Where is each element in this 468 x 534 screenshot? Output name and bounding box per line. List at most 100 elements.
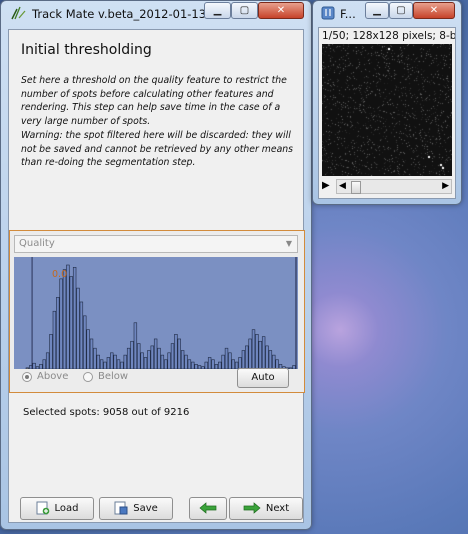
- histogram-bar: [99, 359, 104, 369]
- maximize-icon: ▢: [396, 5, 406, 16]
- histogram-bar: [174, 334, 178, 369]
- histogram-bar: [224, 347, 229, 369]
- histogram-bar: [150, 345, 154, 369]
- image-window-title: F...: [340, 7, 356, 21]
- load-button-label: Load: [54, 503, 79, 514]
- histogram-bar: [110, 352, 114, 369]
- histogram-bar: [89, 338, 94, 369]
- minimize-icon: ▁: [373, 5, 381, 16]
- main-content: Initial thresholding Set here a threshol…: [8, 29, 305, 523]
- frame-scrollbar[interactable]: ◀ ▶: [336, 179, 452, 194]
- feature-select[interactable]: Quality ▼: [14, 235, 298, 253]
- trackmate-app-icon: [11, 6, 26, 20]
- description-line: rendering. This step can help save time …: [21, 102, 281, 114]
- histogram-bar: [137, 343, 141, 369]
- image-close-button[interactable]: ✕: [413, 2, 455, 19]
- close-button[interactable]: ✕: [258, 2, 304, 19]
- histogram-bar: [72, 267, 77, 369]
- histogram-bar: [194, 364, 198, 369]
- histogram-bar: [45, 352, 50, 369]
- play-button[interactable]: ▶: [322, 179, 334, 193]
- image-canvas[interactable]: [322, 44, 452, 176]
- quality-histogram[interactable]: 0.0: [14, 257, 298, 369]
- histogram-bar: [59, 278, 63, 369]
- image-maximize-button[interactable]: ▢: [389, 2, 413, 19]
- histogram-bar: [201, 366, 205, 369]
- image-window-body: 1/50; 128x128 pixels; 8-b ▶ ◀ ▶: [318, 27, 456, 199]
- next-button[interactable]: Next: [229, 497, 303, 520]
- histogram-bar: [160, 354, 165, 369]
- histogram-bar: [79, 301, 84, 369]
- histogram-bar: [255, 334, 259, 369]
- save-button[interactable]: Save: [99, 497, 173, 520]
- arrow-right-icon: [243, 502, 261, 514]
- histogram-bar: [218, 361, 222, 369]
- histogram-bar: [120, 361, 124, 369]
- histogram-bar: [153, 338, 158, 369]
- histogram-bar: [133, 322, 138, 369]
- radio-above-dot: [22, 371, 32, 382]
- minimize-button[interactable]: ▁: [204, 2, 231, 19]
- histogram-bar: [106, 357, 111, 369]
- threshold-value-label: 0.0: [52, 269, 67, 280]
- image-window: F... ▁ ▢ ✕ 1/50; 128x128 pixels; 8-b ▶ ◀…: [312, 0, 462, 205]
- histogram-bar: [261, 336, 266, 369]
- histogram-bar: [170, 343, 175, 369]
- back-button[interactable]: [189, 497, 227, 520]
- scroll-left-icon: ◀: [339, 181, 346, 191]
- histogram-bar: [292, 365, 296, 369]
- histogram-bar: [258, 340, 262, 369]
- histogram-bar: [103, 361, 107, 369]
- main-window: Track Mate v.beta_2012-01-13 ▁ ▢ ✕ Initi…: [0, 0, 312, 530]
- histogram-bar: [143, 357, 148, 369]
- histogram-bar: [49, 334, 53, 369]
- histogram-bar: [140, 352, 144, 369]
- histogram-bar: [39, 364, 43, 369]
- main-titlebar[interactable]: Track Mate v.beta_2012-01-13 ▁ ▢ ✕: [1, 1, 311, 25]
- histogram-bar: [56, 297, 60, 369]
- image-pixels: [322, 44, 452, 176]
- histogram-bar: [221, 354, 225, 369]
- histogram-bar: [211, 359, 215, 369]
- histogram-bar: [265, 345, 269, 369]
- histogram-bar: [272, 354, 276, 369]
- scroll-thumb[interactable]: [351, 181, 361, 194]
- histogram-bar: [147, 350, 151, 369]
- minimize-icon: ▁: [213, 5, 222, 16]
- description-line: very large number of spots.: [21, 116, 151, 128]
- feature-select-value: Quality: [19, 238, 55, 249]
- radio-below-dot: [83, 371, 93, 382]
- histogram-bar: [130, 340, 134, 369]
- main-window-title: Track Mate v.beta_2012-01-13: [32, 7, 207, 21]
- maximize-button[interactable]: ▢: [231, 2, 258, 19]
- load-button[interactable]: Load: [20, 497, 94, 520]
- image-minimize-button[interactable]: ▁: [365, 2, 389, 19]
- histogram-bar: [228, 352, 232, 369]
- histogram-bar: [164, 359, 168, 369]
- histogram-bar: [35, 366, 40, 369]
- histogram-bar: [113, 354, 117, 369]
- histogram-bar: [177, 338, 181, 369]
- radio-below-label: Below: [98, 371, 129, 382]
- load-icon: [36, 501, 49, 515]
- histogram-bar: [268, 350, 273, 369]
- scroll-right-icon: ▶: [442, 181, 449, 191]
- auto-button-label: Auto: [251, 372, 275, 383]
- histogram-bar: [157, 347, 161, 369]
- save-button-label: Save: [133, 503, 158, 514]
- auto-button[interactable]: Auto: [237, 368, 289, 388]
- radio-below[interactable]: Below: [83, 371, 128, 382]
- histogram-bar: [207, 357, 212, 369]
- histogram-bar: [93, 347, 97, 369]
- histogram-bar: [83, 315, 87, 369]
- radio-above[interactable]: Above: [22, 371, 68, 382]
- description-line: not be saved and cannot be retrieved by …: [21, 143, 294, 155]
- histogram-bar: [251, 329, 256, 369]
- histogram-bar: [214, 364, 219, 369]
- play-icon: ▶: [322, 180, 330, 191]
- radio-above-label: Above: [37, 371, 69, 382]
- arrow-left-icon: [199, 502, 217, 514]
- histogram-bar: [204, 361, 208, 369]
- image-titlebar[interactable]: F... ▁ ▢ ✕: [313, 1, 461, 25]
- histogram-bar: [288, 367, 293, 369]
